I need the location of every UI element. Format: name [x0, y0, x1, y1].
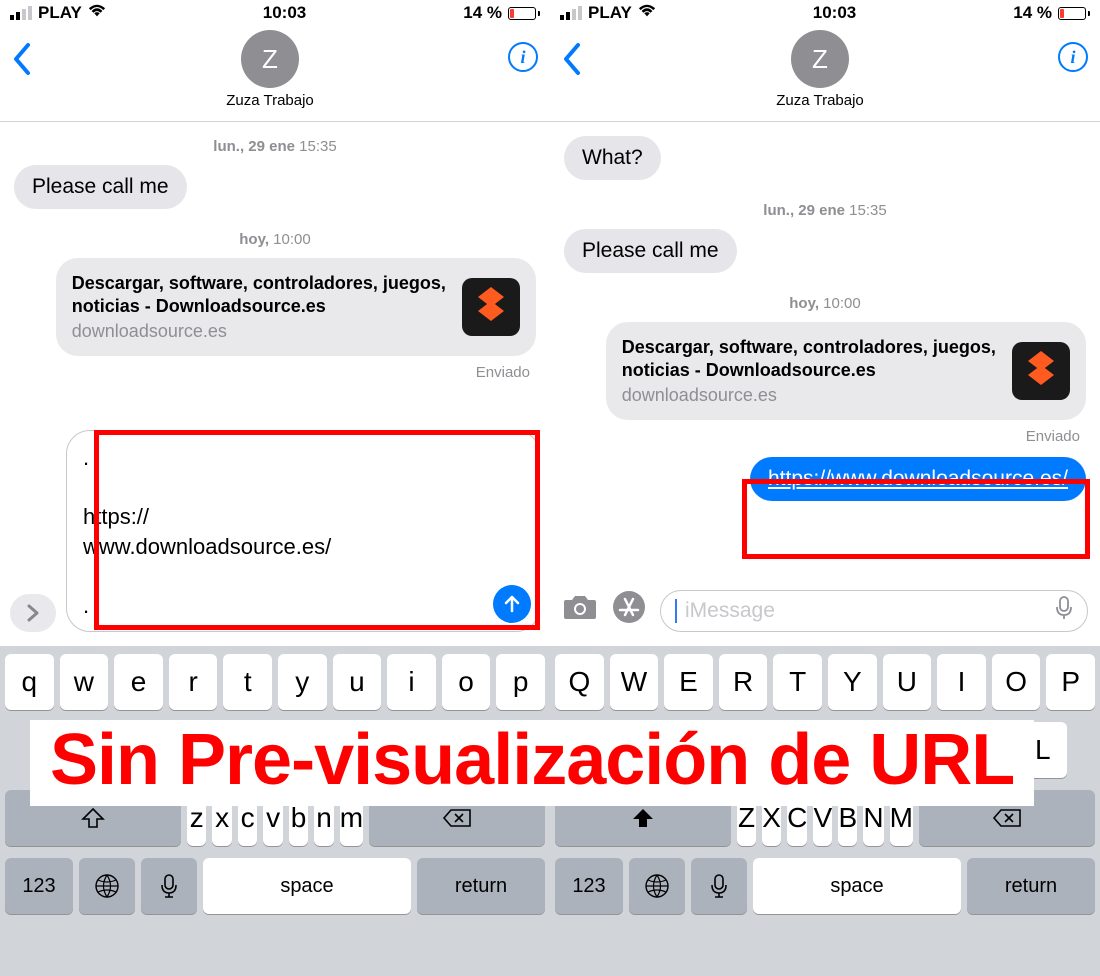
key-u[interactable]: u — [333, 654, 382, 710]
battery-pct: 14 % — [1013, 3, 1052, 23]
carrier-label: PLAY — [38, 3, 82, 23]
timestamp-1: lun., 29 ene 15:35 — [14, 138, 536, 155]
carrier-label: PLAY — [588, 3, 632, 23]
key-i[interactable]: i — [387, 654, 436, 710]
keyboard: QWERTYUIOP ASDFGHJKL ZXCVBNM 123 — [550, 646, 1100, 976]
conversation[interactable]: What? lun., 29 ene 15:35 Please call me … — [550, 122, 1100, 582]
overlay-caption: Sin Pre-visualización de URL — [30, 720, 1034, 806]
keyboard: qwertyuiop asdfghjkl zxcvbnm 123 — [0, 646, 550, 976]
contact-name: Zuza Trabajo — [226, 92, 314, 109]
key-p[interactable]: p — [496, 654, 545, 710]
battery-icon — [508, 7, 540, 20]
battery-icon — [1058, 7, 1090, 20]
phone-left: PLAY 10:03 14 % Z Zuza Trabajo — [0, 0, 550, 976]
delivery-status: Enviado — [14, 364, 530, 381]
msg-incoming-please[interactable]: Please call me — [564, 229, 737, 273]
wifi-icon — [88, 3, 106, 23]
key-p[interactable]: P — [1046, 654, 1095, 710]
contact-name: Zuza Trabajo — [776, 92, 864, 109]
camera-button[interactable] — [562, 593, 598, 629]
key-t[interactable]: t — [223, 654, 272, 710]
key-y[interactable]: y — [278, 654, 327, 710]
link-thumb — [1012, 342, 1070, 400]
link-domain: downloadsource.es — [622, 385, 996, 406]
avatar: Z — [791, 30, 849, 88]
key-q[interactable]: Q — [555, 654, 604, 710]
key-t[interactable]: T — [773, 654, 822, 710]
space-key[interactable]: space — [753, 858, 961, 914]
key-w[interactable]: w — [60, 654, 109, 710]
return-key[interactable]: return — [417, 858, 545, 914]
link-title: Descargar, software, controladores, jueg… — [72, 272, 446, 319]
signal-icon — [10, 6, 32, 20]
key-y[interactable]: Y — [828, 654, 877, 710]
wifi-icon — [638, 3, 656, 23]
back-button[interactable] — [12, 30, 32, 81]
key-i[interactable]: I — [937, 654, 986, 710]
msg-outgoing-url[interactable]: https://www.downloadsource.es/ — [750, 457, 1086, 501]
key-w[interactable]: W — [610, 654, 659, 710]
link-thumb — [462, 278, 520, 336]
key-u[interactable]: U — [883, 654, 932, 710]
key-row-1: qwertyuiop — [5, 654, 545, 710]
nav-header: Z Zuza Trabajo i — [550, 26, 1100, 122]
numbers-key[interactable]: 123 — [5, 858, 73, 914]
msg-incoming-please[interactable]: Please call me — [14, 165, 187, 209]
status-bar: PLAY 10:03 14 % — [0, 0, 550, 26]
avatar: Z — [241, 30, 299, 88]
numbers-key[interactable]: 123 — [555, 858, 623, 914]
key-e[interactable]: E — [664, 654, 713, 710]
send-button[interactable] — [493, 585, 531, 623]
globe-key[interactable] — [629, 858, 685, 914]
compose-area: iMessage — [550, 582, 1100, 646]
dictation-key[interactable] — [691, 858, 747, 914]
compose-input[interactable]: . https:// www.downloadsource.es/ . — [66, 430, 540, 632]
key-q[interactable]: q — [5, 654, 54, 710]
clock: 10:03 — [263, 3, 306, 23]
space-key[interactable]: space — [203, 858, 411, 914]
contact-header[interactable]: Z Zuza Trabajo — [226, 30, 314, 109]
key-o[interactable]: o — [442, 654, 491, 710]
key-row-1: QWERTYUIOP — [555, 654, 1095, 710]
compose-draft-text: . https:// www.downloadsource.es/ . — [83, 443, 523, 621]
globe-key[interactable] — [79, 858, 135, 914]
info-button[interactable]: i — [1058, 30, 1088, 72]
mic-icon[interactable] — [1055, 595, 1073, 627]
delivery-status: Enviado — [564, 428, 1080, 445]
compose-placeholder: iMessage — [685, 599, 775, 623]
timestamp-1: lun., 29 ene 15:35 — [564, 202, 1086, 219]
app-drawer-button[interactable] — [10, 594, 56, 632]
key-e[interactable]: e — [114, 654, 163, 710]
key-row-4: 123 space return — [5, 858, 545, 914]
key-row-4: 123 space return — [555, 858, 1095, 914]
conversation[interactable]: lun., 29 ene 15:35 Please call me hoy, 1… — [0, 122, 550, 422]
phone-right: PLAY 10:03 14 % Z Zuza Trabajo — [550, 0, 1100, 976]
timestamp-2: hoy, 10:00 — [564, 295, 1086, 312]
return-key[interactable]: return — [967, 858, 1095, 914]
key-r[interactable]: R — [719, 654, 768, 710]
signal-icon — [560, 6, 582, 20]
info-button[interactable]: i — [508, 30, 538, 72]
clock: 10:03 — [813, 3, 856, 23]
nav-header: Z Zuza Trabajo i — [0, 26, 550, 122]
link-domain: downloadsource.es — [72, 321, 446, 342]
battery-pct: 14 % — [463, 3, 502, 23]
timestamp-2: hoy, 10:00 — [14, 231, 536, 248]
compose-area: . https:// www.downloadsource.es/ . — [0, 422, 550, 646]
key-o[interactable]: O — [992, 654, 1041, 710]
link-preview-card[interactable]: Descargar, software, controladores, jueg… — [606, 322, 1086, 420]
contact-header[interactable]: Z Zuza Trabajo — [776, 30, 864, 109]
compose-input[interactable]: iMessage — [660, 590, 1088, 632]
link-preview-card[interactable]: Descargar, software, controladores, jueg… — [56, 258, 536, 356]
link-title: Descargar, software, controladores, jueg… — [622, 336, 996, 383]
dictation-key[interactable] — [141, 858, 197, 914]
msg-incoming-what[interactable]: What? — [564, 136, 661, 180]
text-cursor — [675, 599, 677, 623]
back-button[interactable] — [562, 30, 582, 81]
key-r[interactable]: r — [169, 654, 218, 710]
status-bar: PLAY 10:03 14 % — [550, 0, 1100, 26]
app-store-button[interactable] — [612, 590, 646, 632]
